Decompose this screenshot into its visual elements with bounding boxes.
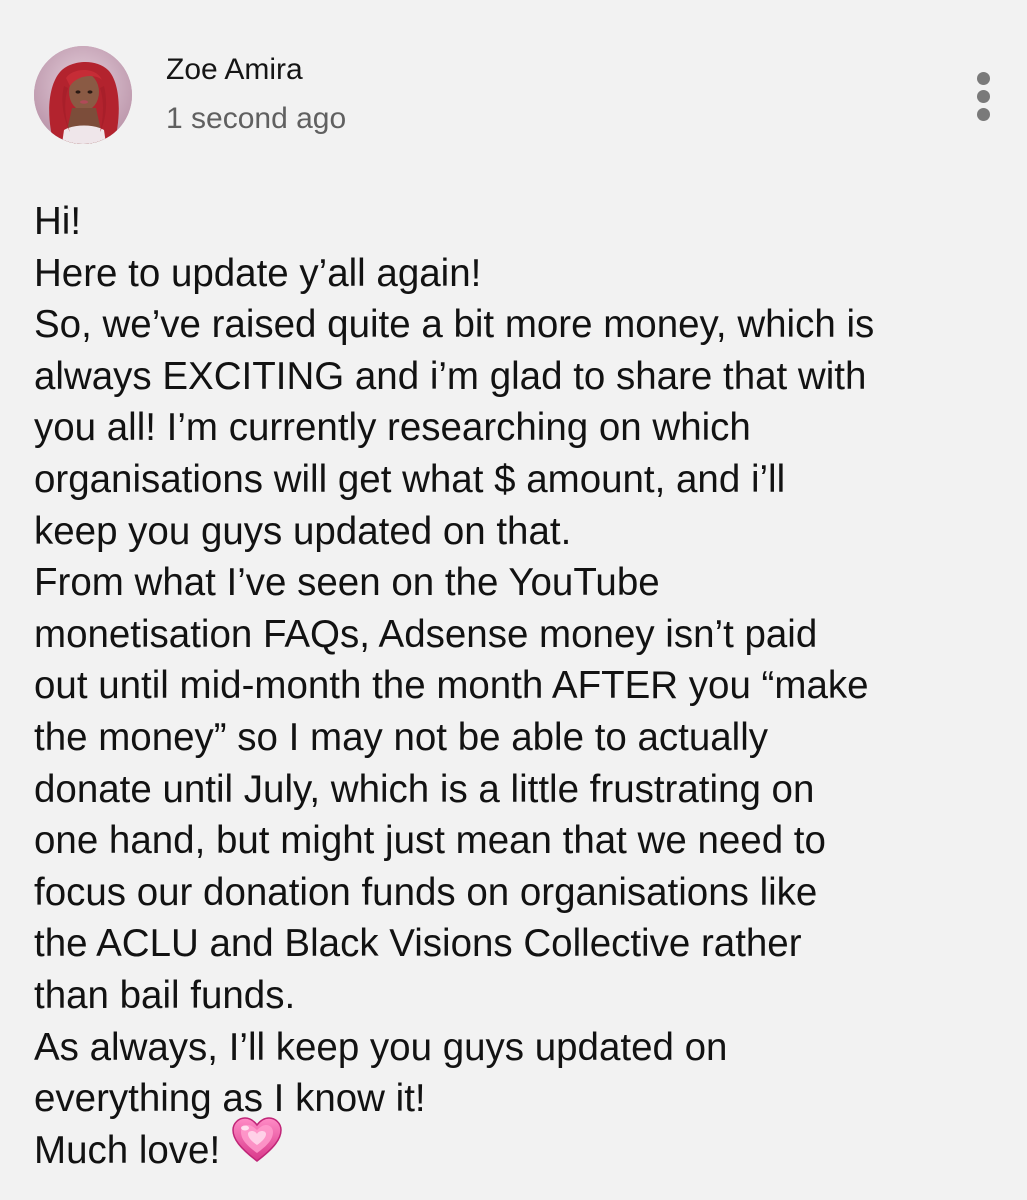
- more-options-button[interactable]: [964, 66, 1004, 126]
- post-line: one hand, but might just mean that we ne…: [34, 819, 826, 863]
- post-line: the money” so I may not be able to actua…: [34, 715, 769, 759]
- post-line: keep you guys updated on that.: [34, 509, 572, 553]
- community-post: Zoe Amira 1 second ago Hi! Here to updat…: [0, 0, 1027, 1200]
- growing-heart-icon: [232, 1116, 282, 1177]
- post-line: the ACLU and Black Visions Collective ra…: [34, 922, 802, 966]
- more-vertical-icon-dot: [977, 108, 990, 121]
- post-line: out until mid-month the month AFTER you …: [34, 664, 869, 708]
- post-line: you all! I’m currently researching on wh…: [34, 406, 751, 450]
- post-line: focus our donation funds on organisation…: [34, 870, 818, 914]
- more-vertical-icon: [977, 72, 990, 85]
- post-line: From what I’ve seen on the YouTube: [34, 561, 660, 605]
- post-line: organisations will get what $ amount, an…: [34, 457, 786, 501]
- post-line: always EXCITING and i’m glad to share th…: [34, 354, 867, 398]
- post-line: As always, I’ll keep you guys updated on: [34, 1025, 728, 1069]
- post-line: monetisation FAQs, Adsense money isn’t p…: [34, 612, 818, 656]
- more-vertical-icon-dot: [977, 90, 990, 103]
- avatar[interactable]: [34, 46, 132, 144]
- post-timestamp: 1 second ago: [166, 102, 347, 135]
- post-line: than bail funds.: [34, 973, 296, 1017]
- post-line-last: Much love!: [34, 1116, 1004, 1177]
- post-line: Here to update y’all again!: [34, 251, 482, 295]
- author-name[interactable]: Zoe Amira: [166, 52, 303, 88]
- post-line: donate until July, which is a little fru…: [34, 767, 815, 811]
- post-line: Much love!: [34, 1128, 221, 1172]
- post-line: Hi!: [34, 200, 82, 243]
- post-body: Hi! Here to update y’all again! So, we’v…: [34, 196, 1004, 1176]
- post-line: So, we’ve raised quite a bit more money,…: [34, 303, 875, 347]
- avatar-image: [34, 46, 132, 144]
- post-line: everything as I know it!: [34, 1077, 426, 1121]
- post-header: Zoe Amira 1 second ago: [0, 0, 1027, 160]
